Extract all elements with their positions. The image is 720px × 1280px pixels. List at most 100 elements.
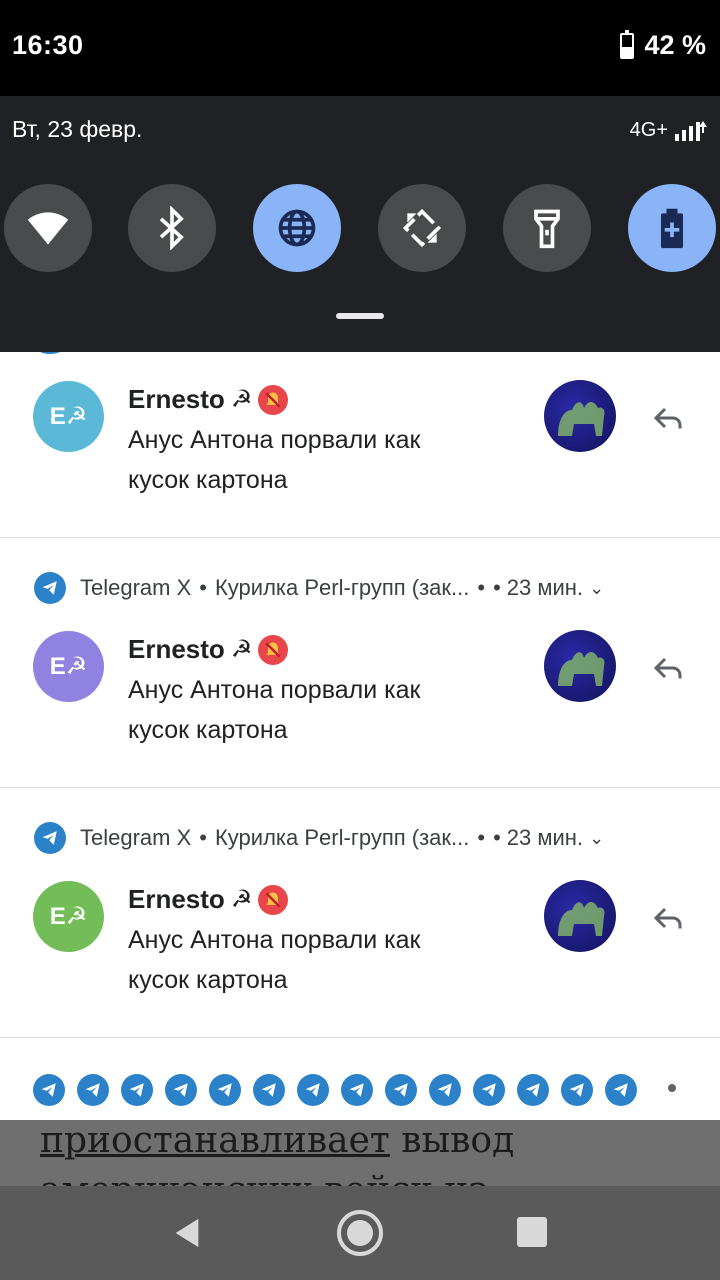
telegram-icon <box>341 1074 373 1106</box>
network-status: 4G+ <box>630 118 708 142</box>
telegram-icon <box>34 572 66 604</box>
article-text: вывод <box>389 1120 515 1161</box>
camel-thumbnail <box>544 630 616 702</box>
avatar: E☭ <box>33 631 104 702</box>
tile-auto-rotate[interactable] <box>378 184 466 272</box>
telegram-icon <box>34 822 66 854</box>
telegram-icon <box>77 1074 109 1106</box>
article-line: приостанавливает вывод <box>40 1120 514 1161</box>
navigation-bar <box>0 1186 720 1280</box>
separator: • <box>477 575 486 600</box>
message-line: Анус Антона порвали как <box>128 926 421 954</box>
background-article: приостанавливает вывод американских войс… <box>0 1120 720 1186</box>
telegram-icon <box>605 1074 637 1106</box>
message-line: кусок картона <box>128 716 288 744</box>
tile-battery-saver[interactable] <box>628 184 716 272</box>
muted-bell-icon <box>258 884 289 915</box>
back-button[interactable] <box>170 1216 204 1250</box>
article-line: американских войск из <box>40 1170 488 1186</box>
sender-name: Ernesto ☭ <box>128 884 289 915</box>
divider <box>0 787 720 788</box>
sender-name: Ernesto ☭ <box>128 384 289 415</box>
sender-name: Ernesto ☭ <box>128 634 289 665</box>
telegram-icon <box>297 1074 329 1106</box>
sender-symbol: ☭ <box>230 886 253 913</box>
telegram-icon <box>121 1074 153 1106</box>
home-button[interactable] <box>337 1210 383 1256</box>
tile-flashlight[interactable] <box>503 184 591 272</box>
reply-icon[interactable] <box>650 650 686 686</box>
message-line: кусок картона <box>128 466 288 494</box>
time-ago: 23 мин. <box>506 575 584 600</box>
notification-header: Telegram X • Курилка Perl-групп (зак... … <box>34 822 604 854</box>
globe-icon <box>278 209 316 247</box>
chat-name: Курилка Perl-групп (зак... <box>214 825 470 850</box>
message-line: Анус Антона порвали как <box>128 426 421 454</box>
separator: • <box>199 575 207 600</box>
separator: • <box>493 825 501 850</box>
app-name: Telegram X <box>80 825 192 850</box>
battery-plus-icon <box>661 208 683 249</box>
signal-icon <box>675 121 707 141</box>
collapsed-notifications-row[interactable] <box>33 1074 637 1106</box>
muted-bell-icon <box>258 634 289 665</box>
chat-name: Курилка Perl-групп (зак... <box>214 575 470 600</box>
sender-symbol: ☭ <box>230 386 253 413</box>
more-dot-icon <box>668 1084 676 1092</box>
wifi-icon <box>27 212 69 245</box>
status-bar: 16:30 42 % <box>0 0 720 96</box>
sender-label: Ernesto <box>128 884 225 914</box>
notification-header: Telegram X • Курилка Perl-групп (зак... … <box>34 572 604 604</box>
avatar: E☭ <box>33 381 104 452</box>
separator: • <box>199 825 207 850</box>
telegram-icon <box>429 1074 461 1106</box>
reply-icon[interactable] <box>650 900 686 936</box>
quick-tiles <box>0 184 720 274</box>
avatar: E☭ <box>33 881 104 952</box>
telegram-icon <box>253 1074 285 1106</box>
telegram-icon <box>36 352 64 354</box>
sender-symbol: ☭ <box>230 636 253 663</box>
muted-bell-icon <box>258 384 289 415</box>
home-icon <box>347 1220 373 1246</box>
telegram-icon <box>561 1074 593 1106</box>
notification-list: E☭ Ernesto ☭ Анус Антона порвали как кус… <box>0 352 720 1120</box>
divider <box>0 537 720 538</box>
message-line: Анус Антона порвали как <box>128 676 421 704</box>
telegram-icon <box>209 1074 241 1106</box>
camel-thumbnail <box>544 880 616 952</box>
flashlight-icon <box>534 209 560 249</box>
tile-data-globe[interactable] <box>253 184 341 272</box>
divider <box>0 1037 720 1038</box>
tile-wifi[interactable] <box>4 184 92 272</box>
quick-settings-panel: Вт, 23 февр. 4G+ <box>0 96 720 352</box>
chevron-down-icon[interactable]: ⌄ <box>589 828 604 849</box>
sender-label: Ernesto <box>128 634 225 664</box>
camel-thumbnail <box>544 380 616 452</box>
time-ago: 23 мин. <box>506 825 584 850</box>
telegram-icon <box>517 1074 549 1106</box>
bluetooth-icon <box>159 206 184 250</box>
chevron-down-icon[interactable]: ⌄ <box>589 578 604 599</box>
battery-percent: 42 % <box>644 30 706 60</box>
telegram-icon <box>33 1074 65 1106</box>
tile-bluetooth[interactable] <box>128 184 216 272</box>
battery-icon <box>620 29 635 59</box>
clock: 16:30 <box>12 30 84 60</box>
reply-icon[interactable] <box>650 400 686 436</box>
telegram-icon <box>165 1074 197 1106</box>
drag-handle[interactable] <box>336 313 384 319</box>
sender-label: Ernesto <box>128 384 225 414</box>
telegram-icon <box>473 1074 505 1106</box>
message-line: кусок картона <box>128 966 288 994</box>
app-name: Telegram X <box>80 575 192 600</box>
recents-button[interactable] <box>517 1217 547 1247</box>
article-link: приостанавливает <box>40 1120 390 1161</box>
separator: • <box>477 825 486 850</box>
telegram-icon <box>385 1074 417 1106</box>
date-label: Вт, 23 февр. <box>12 116 143 142</box>
separator: • <box>493 575 501 600</box>
network-type: 4G+ <box>629 118 668 141</box>
status-right: 42 % <box>620 29 706 61</box>
rotate-icon <box>402 208 442 248</box>
